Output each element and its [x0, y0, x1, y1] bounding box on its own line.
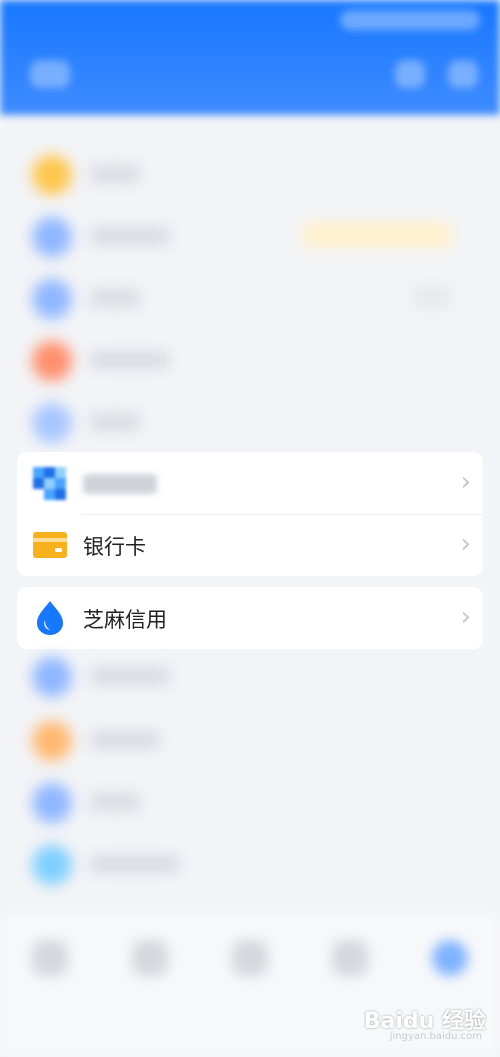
menu-item-bank-card[interactable]: 银行卡 › — [17, 514, 483, 576]
menu-item-label: 银行卡 — [83, 535, 146, 559]
blurred-row — [22, 212, 482, 262]
tab-item-active[interactable] — [432, 940, 468, 976]
chevron-right-icon: › — [460, 602, 471, 632]
menu-item-blurred[interactable]: › — [17, 452, 483, 514]
sesame-credit-icon — [37, 601, 63, 635]
menu-item-sesame-credit[interactable]: 芝麻信用 › — [17, 587, 483, 649]
tab-item[interactable] — [32, 940, 68, 976]
chevron-right-icon: › — [460, 529, 471, 559]
blurred-row — [22, 716, 482, 766]
status-bar-blur — [340, 10, 480, 30]
blurred-list-top — [0, 120, 500, 450]
tab-item[interactable] — [132, 940, 168, 976]
blurred-label — [83, 474, 157, 494]
blurred-row — [22, 336, 482, 386]
tab-item[interactable] — [232, 940, 268, 976]
header-avatar-blur — [30, 60, 70, 88]
blurred-row — [22, 840, 482, 890]
blurred-row — [22, 274, 482, 324]
bank-card-icon — [33, 532, 67, 558]
credit-card: 芝麻信用 › — [17, 587, 483, 649]
watermark-url: jingyan.baidu.com — [389, 1031, 482, 1042]
chevron-right-icon: › — [460, 467, 471, 497]
blurred-row — [22, 778, 482, 828]
grid-icon — [33, 467, 66, 500]
blurred-row — [22, 150, 482, 200]
tab-item[interactable] — [332, 940, 368, 976]
account-card: › 银行卡 › — [17, 452, 483, 576]
header-action-blur — [395, 60, 425, 88]
baidu-watermark: Baidu 经验 jingyan.baidu.com — [364, 1003, 486, 1042]
app-header — [0, 0, 500, 115]
blurred-row — [22, 398, 482, 448]
header-action-blur-2 — [448, 60, 478, 88]
blurred-row — [22, 652, 482, 702]
menu-item-label: 芝麻信用 — [83, 608, 167, 632]
blurred-list-bottom — [0, 650, 500, 920]
